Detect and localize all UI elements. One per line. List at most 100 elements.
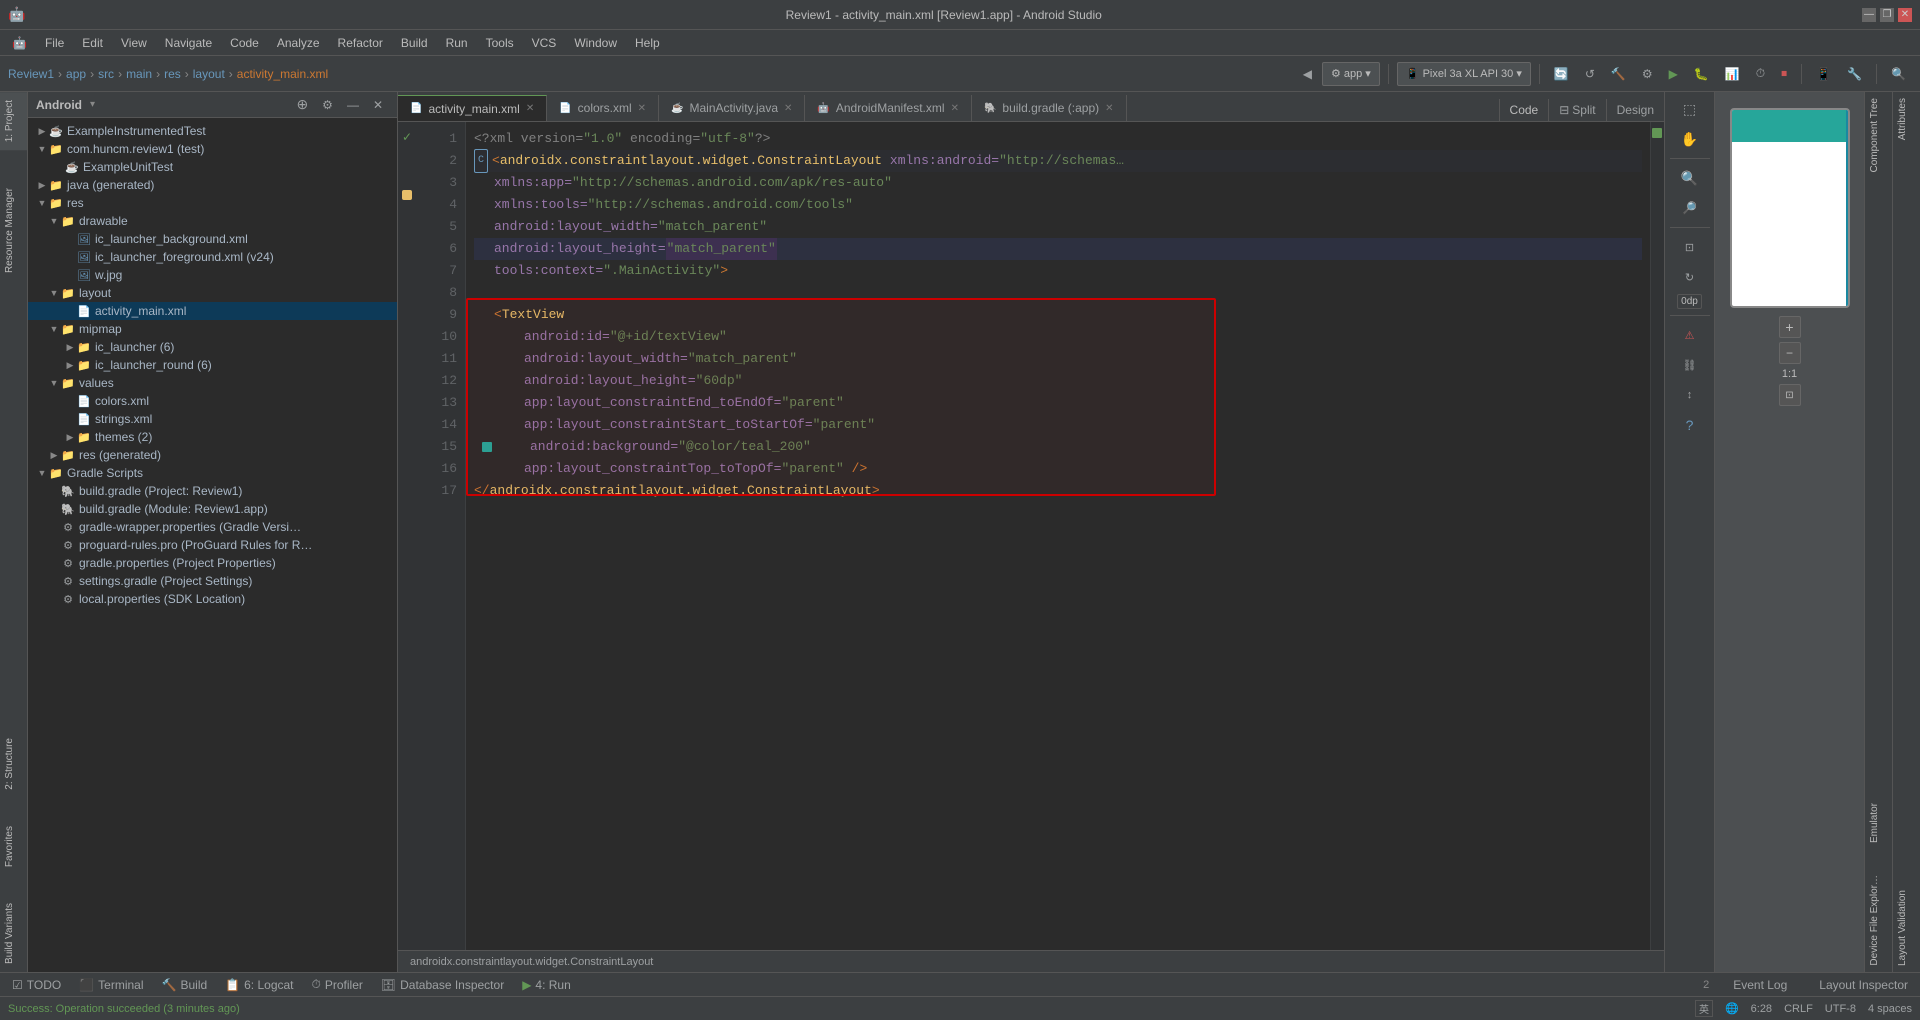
panel-close-button[interactable]: ✕ xyxy=(367,92,389,118)
zoom-out-button[interactable]: − xyxy=(1779,342,1801,364)
tab-close-button[interactable]: ✕ xyxy=(784,103,792,114)
tree-item-settings-gradle[interactable]: ⚙ settings.gradle (Project Settings) xyxy=(28,572,397,590)
menu-build[interactable]: Build xyxy=(393,33,436,53)
layout-validation-label[interactable]: Layout Validation xyxy=(1893,884,1920,972)
back-navigation-button[interactable]: ◀ xyxy=(1297,61,1318,87)
menu-navigate[interactable]: Navigate xyxy=(157,33,220,53)
tree-item-strings[interactable]: 📄 strings.xml xyxy=(28,410,397,428)
database-inspector-tab[interactable]: 🗄 Database Inspector xyxy=(373,976,512,994)
tree-item-layout[interactable]: ▼ 📁 layout xyxy=(28,284,397,302)
tree-item-local-properties[interactable]: ⚙ local.properties (SDK Location) xyxy=(28,590,397,608)
tree-item-build-gradle-project[interactable]: 🐘 build.gradle (Project: Review1) xyxy=(28,482,397,500)
terminal-tab[interactable]: ⬛ Terminal xyxy=(71,976,151,994)
stop-button[interactable]: ⏹ xyxy=(1775,61,1793,87)
tree-item-ic-launcher[interactable]: ▶ 📁 ic_launcher (6) xyxy=(28,338,397,356)
code-editor[interactable]: ✓ 1 2 3 4 5 6 7 8 9 10 11 12 13 14 15 16 xyxy=(398,122,1664,950)
breadcrumb-main[interactable]: main xyxy=(126,67,152,81)
component-tree-label[interactable]: Component Tree xyxy=(1865,92,1892,179)
attributes-label[interactable]: Attributes xyxy=(1893,92,1920,146)
menu-view[interactable]: View xyxy=(113,33,155,53)
tree-item-example-unit[interactable]: ☕ ExampleUnitTest xyxy=(28,158,397,176)
palette-warning-button[interactable]: ⚠ xyxy=(1679,322,1701,348)
tree-item-ic-launcher-fg[interactable]: 🖼 ic_launcher_foreground.xml (v24) xyxy=(28,248,397,266)
menu-window[interactable]: Window xyxy=(566,33,625,53)
window-controls[interactable]: — ❐ ✕ xyxy=(1862,8,1912,22)
tab-close-button[interactable]: ✕ xyxy=(951,103,959,114)
todo-tab[interactable]: ☑ TODO xyxy=(4,976,69,994)
palette-pan-button[interactable]: ✋ xyxy=(1675,126,1704,152)
run-button[interactable]: ▶ xyxy=(1663,61,1684,87)
palette-search-button[interactable]: ⊡ xyxy=(1679,234,1700,260)
tree-item-activity-main[interactable]: 📄 activity_main.xml xyxy=(28,302,397,320)
build-button[interactable]: 🔨 xyxy=(1605,61,1632,87)
breadcrumb-src[interactable]: src xyxy=(98,67,114,81)
tree-item-wjpg[interactable]: 🖼 w.jpg xyxy=(28,266,397,284)
structure-tab[interactable]: 2: Structure xyxy=(0,730,27,798)
menu-help[interactable]: Help xyxy=(627,33,668,53)
tree-item-gradle-properties[interactable]: ⚙ gradle.properties (Project Properties) xyxy=(28,554,397,572)
palette-select-button[interactable]: ⬚ xyxy=(1677,96,1702,122)
code-view-button[interactable]: Code xyxy=(1500,99,1550,121)
tree-item-ic-launcher-round[interactable]: ▶ 📁 ic_launcher_round (6) xyxy=(28,356,397,374)
resource-manager-tab[interactable]: Resource Manager xyxy=(0,180,27,281)
breadcrumb-layout[interactable]: layout xyxy=(193,67,225,81)
gradle-sync-button[interactable]: ⚙ xyxy=(1636,61,1659,87)
layout-inspector-tab[interactable]: Layout Inspector xyxy=(1811,976,1916,994)
tree-item-proguard[interactable]: ⚙ proguard-rules.pro (ProGuard Rules for… xyxy=(28,536,397,554)
sync-button[interactable]: 🔄 xyxy=(1548,61,1575,87)
tab-activity-main[interactable]: 📄 activity_main.xml ✕ xyxy=(398,95,547,121)
menu-tools[interactable]: Tools xyxy=(478,33,522,53)
build-variants-tab[interactable]: Build Variants xyxy=(0,895,27,972)
maximize-button[interactable]: ❐ xyxy=(1880,8,1894,22)
menu-logo[interactable]: 🤖 xyxy=(4,33,35,53)
tree-item-com-huncm[interactable]: ▼ 📁 com.huncm.review1 (test) xyxy=(28,140,397,158)
tree-item-colors[interactable]: 📄 colors.xml xyxy=(28,392,397,410)
panel-add-button[interactable]: ⊕ xyxy=(290,92,314,118)
menu-run[interactable]: Run xyxy=(438,33,476,53)
favorites-tab[interactable]: Favorites xyxy=(0,818,27,875)
menu-vcs[interactable]: VCS xyxy=(524,33,565,53)
tab-close-button[interactable]: ✕ xyxy=(1105,103,1113,114)
tree-item-gradle-scripts[interactable]: ▼ 📁 Gradle Scripts xyxy=(28,464,397,482)
tree-item-instrumented-test[interactable]: ▶ ☕ ExampleInstrumentedTest xyxy=(28,122,397,140)
tab-androidmanifest[interactable]: 🤖 AndroidManifest.xml ✕ xyxy=(805,95,972,121)
avd-button[interactable]: 📱 xyxy=(1810,61,1837,87)
menu-edit[interactable]: Edit xyxy=(74,33,111,53)
zoom-in-button[interactable]: + xyxy=(1779,316,1801,338)
tree-item-build-gradle-module[interactable]: 🐘 build.gradle (Module: Review1.app) xyxy=(28,500,397,518)
tab-build-gradle[interactable]: 🐘 build.gradle (:app) ✕ xyxy=(972,95,1127,121)
tree-item-mipmap[interactable]: ▼ 📁 mipmap xyxy=(28,320,397,338)
panel-settings-button[interactable]: ⚙ xyxy=(316,92,339,118)
run-tab[interactable]: ▶ 4: Run xyxy=(514,976,579,994)
debug-button[interactable]: 🐛 xyxy=(1688,61,1715,87)
event-log-tab[interactable]: Event Log xyxy=(1725,976,1795,994)
breadcrumb-app[interactable]: app xyxy=(66,67,86,81)
split-view-button[interactable]: ⊟ Split xyxy=(1549,99,1606,121)
breadcrumb-res[interactable]: res xyxy=(164,67,181,81)
device-dropdown[interactable]: 📱 Pixel 3a XL API 30 ▾ xyxy=(1397,62,1531,86)
tree-item-values[interactable]: ▼ 📁 values xyxy=(28,374,397,392)
line-ending[interactable]: CRLF xyxy=(1784,1003,1813,1015)
close-button[interactable]: ✕ xyxy=(1898,8,1912,22)
menu-code[interactable]: Code xyxy=(222,33,267,53)
profile-button[interactable]: ⏱ xyxy=(1750,61,1771,87)
emulator-label[interactable]: Emulator xyxy=(1865,797,1892,849)
editor-scrollbar[interactable] xyxy=(1650,122,1664,950)
sdk-button[interactable]: 🔧 xyxy=(1841,61,1868,87)
tab-close-button[interactable]: ✕ xyxy=(638,103,646,114)
dp-indicator[interactable]: 0dp xyxy=(1677,294,1702,309)
palette-disconnect-button[interactable]: ⛓ xyxy=(1677,352,1703,378)
cursor-position[interactable]: 6:28 xyxy=(1751,1003,1772,1015)
palette-zoom-out-button[interactable]: 🔎 xyxy=(1676,195,1703,221)
coverage-button[interactable]: 📊 xyxy=(1719,61,1746,87)
design-view-button[interactable]: Design xyxy=(1607,99,1664,121)
palette-refresh-button[interactable]: ↻ xyxy=(1679,264,1700,290)
menu-file[interactable]: File xyxy=(37,33,72,53)
search-everywhere-button[interactable]: 🔍 xyxy=(1885,61,1912,87)
logcat-tab[interactable]: 📋 6: Logcat xyxy=(217,976,301,994)
tree-item-res-generated[interactable]: ▶ 📁 res (generated) xyxy=(28,446,397,464)
indent[interactable]: 4 spaces xyxy=(1868,1003,1912,1015)
tree-item-ic-launcher-bg[interactable]: 🖼 ic_launcher_background.xml xyxy=(28,230,397,248)
build-tab[interactable]: 🔨 Build xyxy=(154,976,216,994)
palette-zoom-in-button[interactable]: 🔍 xyxy=(1675,165,1704,191)
